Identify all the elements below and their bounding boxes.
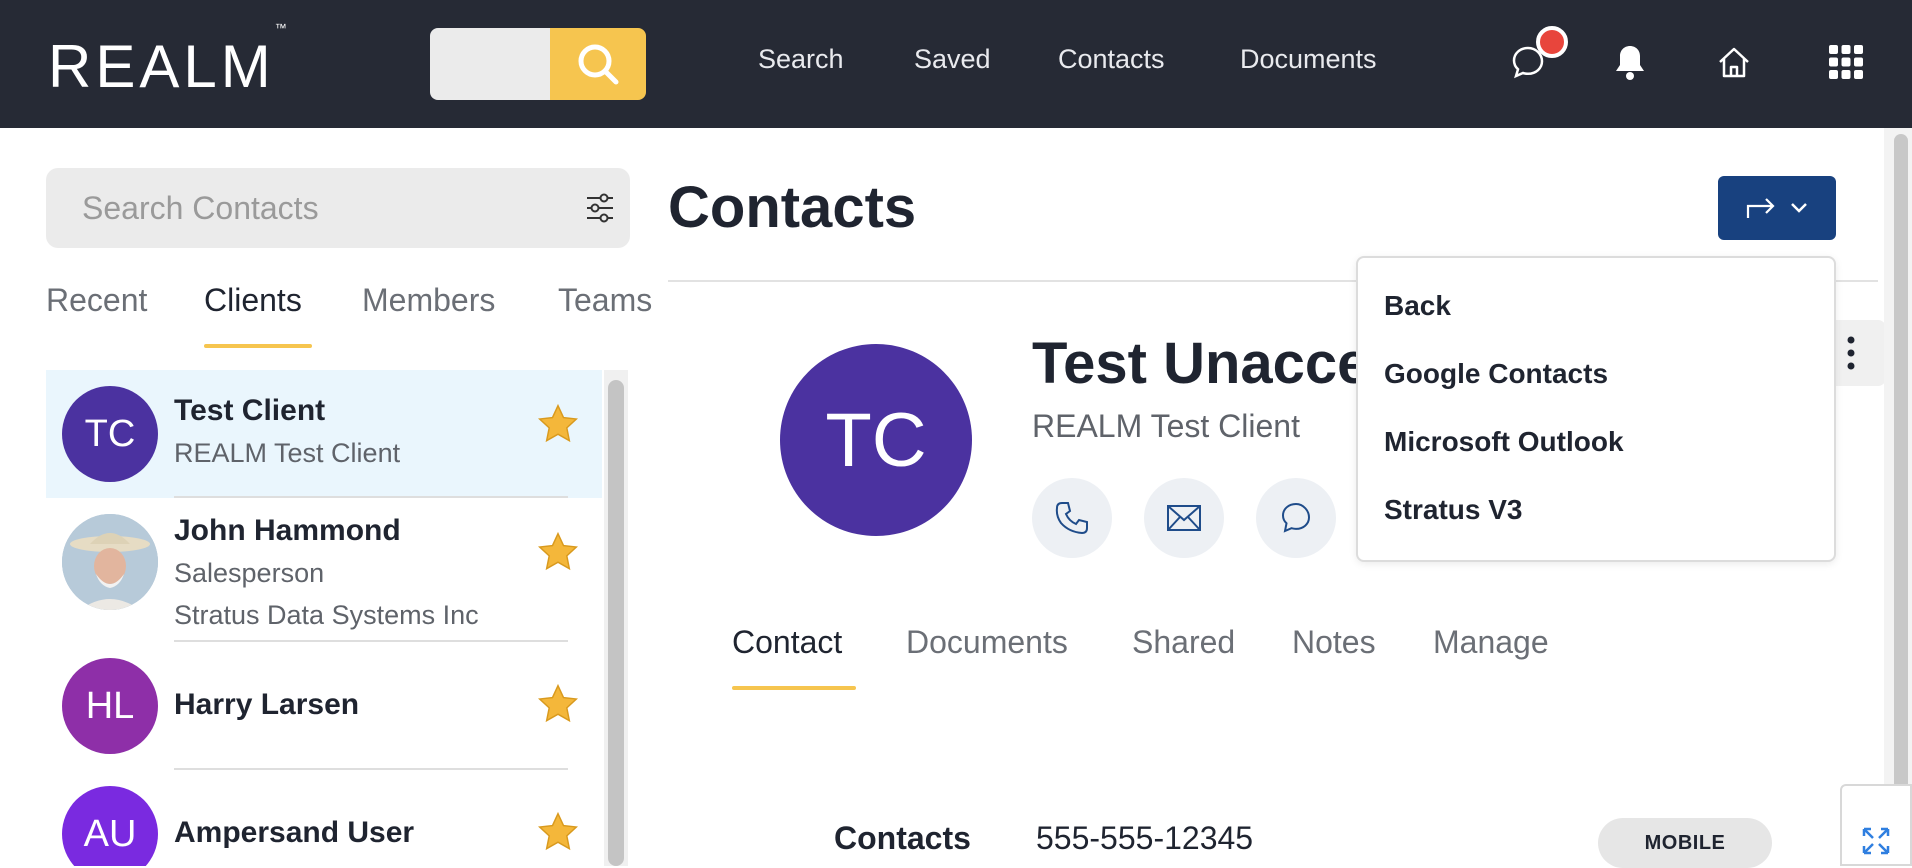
chat-bubble-icon — [1281, 502, 1311, 533]
page-scrollbar-thumb[interactable] — [1894, 134, 1908, 866]
contact-name-heading: Test Unacce — [1032, 331, 1362, 396]
contact-name: Test Client — [174, 394, 326, 427]
global-search — [430, 28, 646, 100]
star-icon[interactable] — [536, 810, 580, 854]
email-button[interactable] — [1144, 478, 1224, 558]
bell-icon[interactable] — [1606, 38, 1654, 86]
call-button[interactable] — [1032, 478, 1112, 558]
avatar: TC — [62, 386, 158, 482]
list-item[interactable]: John Hammond Salesperson Stratus Data Sy… — [46, 498, 602, 642]
mail-icon — [1167, 505, 1201, 531]
contact-list: TC Test Client REALM Test Client John Ha… — [46, 370, 602, 866]
message-button[interactable] — [1256, 478, 1336, 558]
nav-search[interactable]: Search — [758, 44, 844, 75]
home-icon[interactable] — [1710, 38, 1758, 86]
contact-search-input[interactable] — [82, 188, 522, 228]
menu-item-stratus-v3[interactable]: Stratus V3 — [1384, 494, 1523, 526]
avatar: HL — [62, 658, 158, 754]
tab-manage[interactable]: Manage — [1433, 624, 1549, 661]
star-icon[interactable] — [536, 530, 580, 574]
tab-shared[interactable]: Shared — [1132, 624, 1235, 661]
star-icon[interactable] — [536, 682, 580, 726]
active-tab-indicator — [732, 686, 856, 690]
global-search-input[interactable] — [430, 28, 550, 100]
nav-contacts[interactable]: Contacts — [1058, 44, 1165, 75]
nav-saved[interactable]: Saved — [914, 44, 991, 75]
menu-item-google-contacts[interactable]: Google Contacts — [1384, 358, 1608, 390]
phone-number[interactable]: 555-555-12345 — [1036, 820, 1253, 857]
share-arrow-icon — [1746, 198, 1775, 218]
tab-documents[interactable]: Documents — [906, 624, 1068, 661]
contact-title: Salesperson — [174, 558, 325, 588]
contact-name: Harry Larsen — [174, 688, 360, 721]
field-label: Contacts — [834, 820, 971, 856]
tab-members[interactable]: Members — [362, 282, 495, 319]
export-button[interactable] — [1718, 176, 1836, 240]
avatar — [62, 514, 158, 610]
contact-subtitle: REALM Test Client — [174, 438, 401, 468]
list-item[interactable]: HL Harry Larsen — [46, 642, 602, 770]
notification-badge — [1536, 26, 1568, 58]
contact-avatar: TC — [780, 344, 972, 536]
contact-name: John Hammond — [174, 514, 401, 547]
kebab-menu-icon — [1847, 336, 1855, 370]
global-search-button[interactable] — [550, 28, 646, 100]
phone-icon — [1055, 502, 1088, 535]
export-dropdown-menu: Back Google Contacts Microsoft Outlook S… — [1356, 256, 1836, 562]
list-item[interactable]: AU Ampersand User — [46, 770, 602, 866]
nav-documents[interactable]: Documents — [1240, 44, 1377, 75]
tab-clients[interactable]: Clients — [204, 282, 302, 319]
phone-type-badge: MOBILE — [1598, 818, 1772, 868]
search-icon — [578, 44, 619, 85]
page-title: Contacts — [668, 175, 917, 240]
list-scrollbar-thumb[interactable] — [608, 380, 624, 866]
tab-teams[interactable]: Teams — [558, 282, 652, 319]
expand-widget[interactable] — [1840, 784, 1912, 866]
contact-name: Ampersand User — [174, 816, 415, 849]
filter-icon[interactable] — [582, 190, 618, 226]
top-bar: REALM™ Search Saved Contacts Documents — [0, 0, 1912, 128]
tab-contact[interactable]: Contact — [732, 624, 842, 661]
contact-company: REALM Test Client — [1032, 408, 1300, 444]
menu-item-back[interactable]: Back — [1384, 290, 1451, 322]
apps-grid-icon[interactable] — [1822, 38, 1870, 86]
realm-logo[interactable]: REALM™ — [48, 21, 287, 97]
contact-company: Stratus Data Systems Inc — [174, 600, 479, 630]
tab-notes[interactable]: Notes — [1292, 624, 1376, 661]
chevron-down-icon — [1791, 203, 1807, 213]
avatar: AU — [62, 786, 158, 866]
menu-item-microsoft-outlook[interactable]: Microsoft Outlook — [1384, 426, 1624, 458]
expand-icon — [1862, 827, 1890, 855]
star-icon[interactable] — [536, 402, 580, 446]
tab-recent[interactable]: Recent — [46, 282, 147, 319]
list-item[interactable]: TC Test Client REALM Test Client — [46, 370, 602, 498]
active-tab-indicator — [204, 344, 312, 348]
contact-search — [46, 168, 630, 248]
